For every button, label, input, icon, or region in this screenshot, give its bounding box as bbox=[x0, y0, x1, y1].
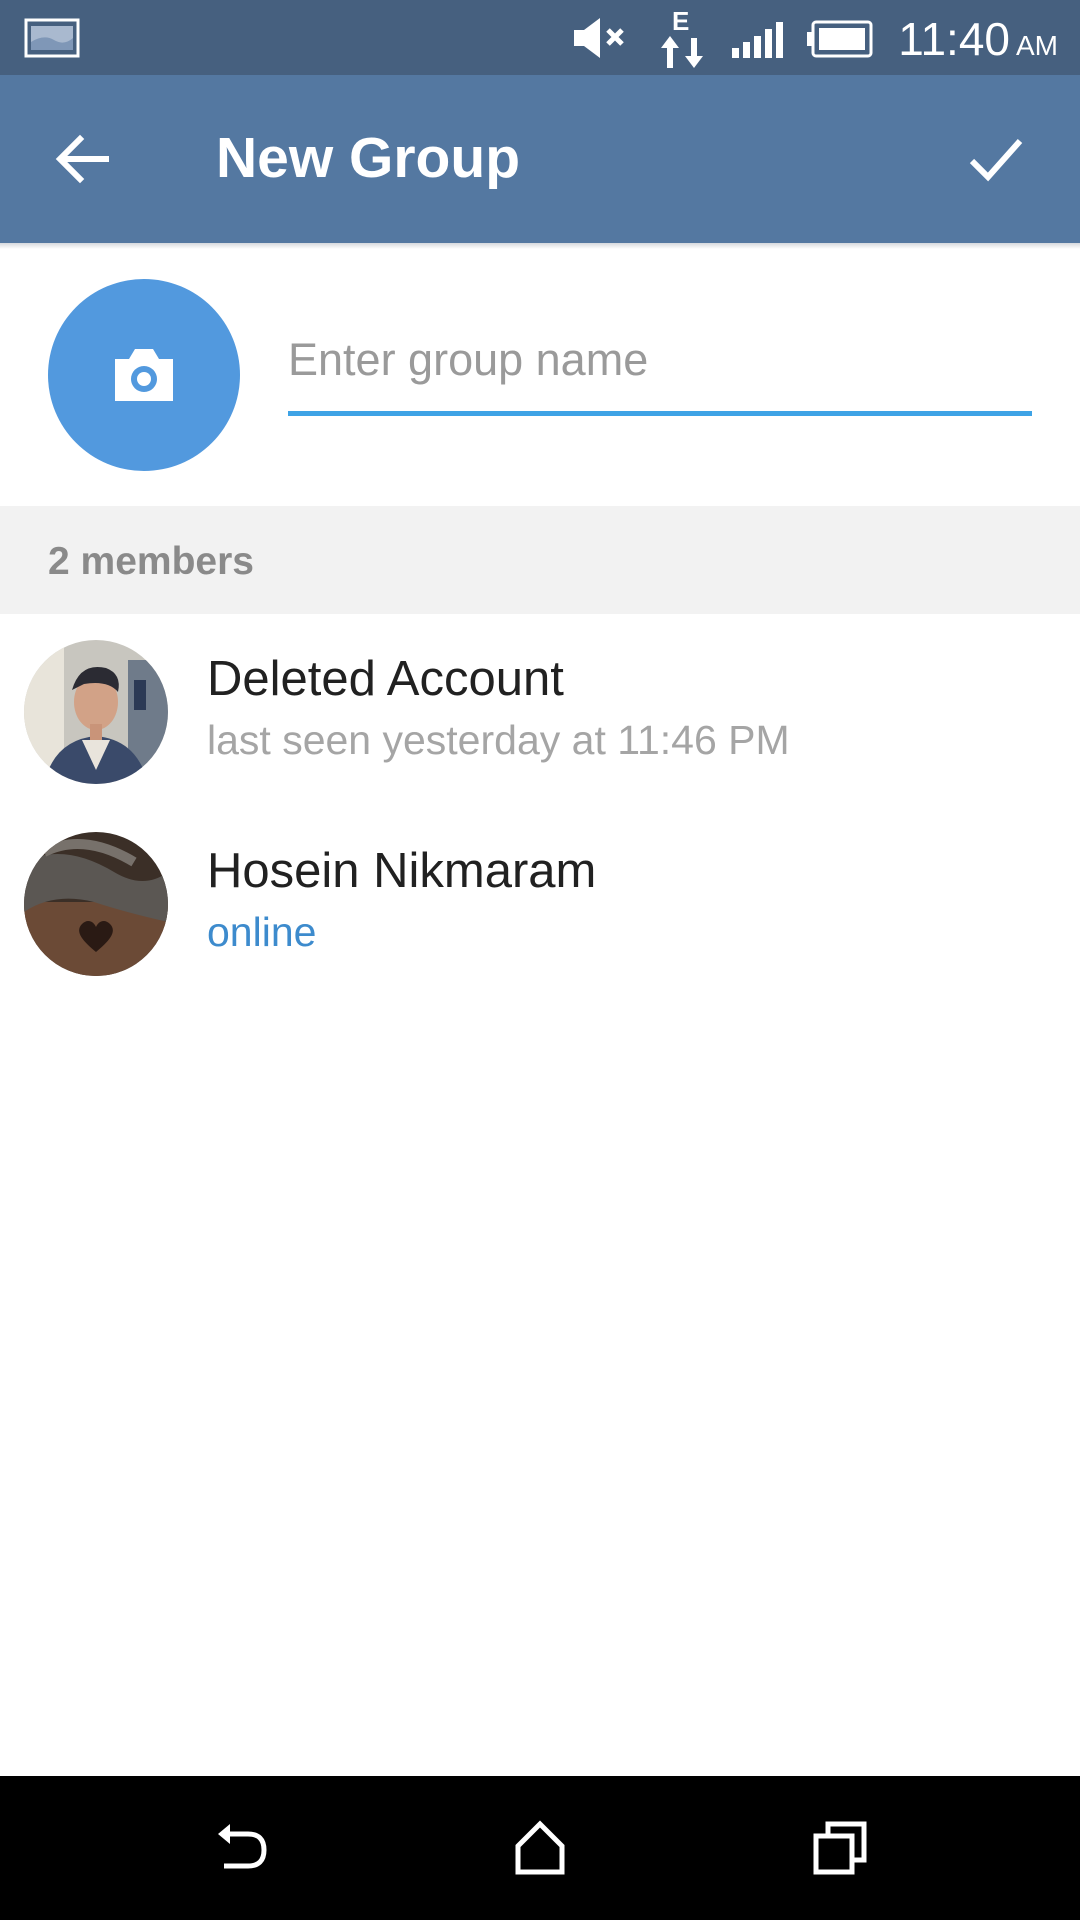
nav-back-button[interactable] bbox=[212, 1818, 272, 1878]
camera-icon bbox=[115, 349, 173, 401]
status-bar: E 11:40 AM bbox=[0, 0, 1080, 75]
clock-ampm: AM bbox=[1016, 30, 1058, 61]
members-count: 2 members bbox=[48, 540, 254, 583]
system-nav-bar bbox=[0, 1776, 1080, 1920]
set-group-photo-button[interactable] bbox=[48, 279, 240, 471]
avatar bbox=[24, 832, 168, 976]
gallery-icon bbox=[24, 18, 80, 58]
recents-icon bbox=[813, 1821, 867, 1875]
battery-icon bbox=[805, 20, 875, 63]
members-header: 2 members bbox=[0, 506, 1080, 614]
app-bar: New Group bbox=[0, 75, 1080, 243]
back-button[interactable] bbox=[54, 131, 110, 187]
member-name: Deleted Account bbox=[207, 652, 564, 706]
clock-time: 11:40 bbox=[898, 13, 1010, 65]
nav-recents-button[interactable] bbox=[810, 1818, 870, 1878]
app-bar-shadow bbox=[0, 243, 1080, 249]
page-title: New Group bbox=[216, 126, 521, 190]
member-status-online: online bbox=[207, 909, 317, 955]
member-row[interactable]: Deleted Account last seen yesterday at 1… bbox=[0, 615, 1080, 805]
confirm-button[interactable] bbox=[966, 129, 1026, 189]
back-nav-icon bbox=[218, 1824, 267, 1869]
avatar bbox=[24, 640, 168, 784]
arrow-left-icon bbox=[55, 134, 109, 184]
member-status: last seen yesterday at 11:46 PM bbox=[207, 717, 790, 763]
svg-text:E: E bbox=[672, 6, 689, 36]
member-row[interactable]: Hosein Nikmaram online bbox=[0, 807, 1080, 997]
mute-icon bbox=[572, 14, 632, 67]
check-icon bbox=[969, 139, 1023, 182]
group-name-underline bbox=[288, 411, 1032, 416]
nav-home-button[interactable] bbox=[510, 1818, 570, 1878]
signal-icon bbox=[730, 20, 788, 65]
home-icon bbox=[515, 1820, 565, 1875]
group-name-input[interactable] bbox=[288, 330, 1032, 390]
clock: 11:40 AM bbox=[898, 12, 1058, 66]
member-name: Hosein Nikmaram bbox=[207, 844, 597, 898]
edge-data-icon: E bbox=[658, 6, 708, 75]
